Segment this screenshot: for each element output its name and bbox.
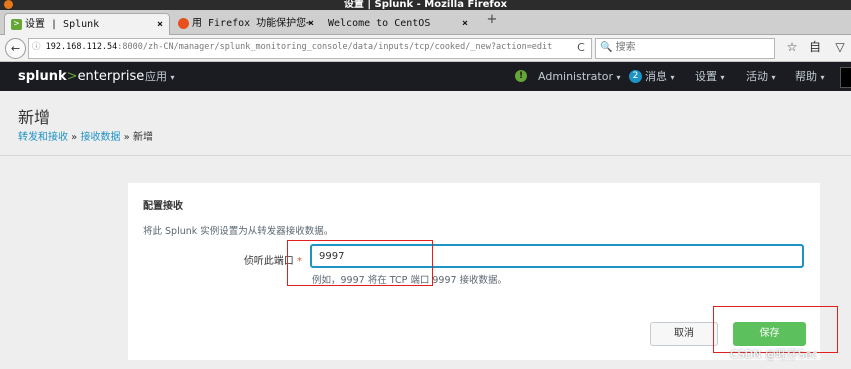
chevron-down-icon: ▾ [820, 73, 825, 82]
activity-menu[interactable]: 活动 ▾ [746, 62, 776, 91]
back-button[interactable]: ← [5, 38, 26, 59]
tab-label: 设置 | Splunk [25, 19, 100, 30]
close-tab-icon[interactable]: × [157, 14, 163, 35]
url-path: :8000/zh-CN/manager/splunk_monitoring_co… [117, 42, 553, 52]
firefox-tab-icon [178, 18, 189, 29]
firefox-icon [4, 0, 13, 9]
new-tab-button[interactable]: + [485, 13, 499, 27]
bookmarks-library-icon[interactable]: 自 [807, 38, 823, 57]
breadcrumb-forwarding-receiving[interactable]: 转发和接收 [18, 132, 68, 143]
messages-count-badge[interactable]: 2 [629, 70, 642, 83]
page-title: 新增 [18, 108, 51, 127]
chevron-down-icon: ▾ [720, 73, 725, 82]
chevron-down-icon: ▾ [771, 73, 776, 82]
tab-label: 用 Firefox 功能保护您⋯ [192, 18, 313, 29]
chevron-down-icon: ▾ [670, 73, 675, 82]
settings-menu[interactable]: 设置 ▾ [695, 62, 725, 91]
reload-icon[interactable]: C [572, 38, 590, 57]
user-menu[interactable]: Administrator ▾ [538, 62, 621, 91]
window-title-bar: 设置 | Splunk - Mozilla Firefox [0, 0, 851, 10]
tab-strip: > 设置 | Splunk × 用 Firefox 功能保护您⋯ × Welco… [0, 10, 851, 35]
apps-menu[interactable]: 应用 ▾ [145, 62, 175, 91]
splunk-logo[interactable]: splunk>enterprise [18, 62, 144, 91]
help-menu[interactable]: 帮助 ▾ [795, 62, 825, 91]
header-divider [0, 155, 851, 156]
close-tab-icon[interactable]: × [308, 13, 314, 34]
url-text[interactable]: ⓘ 192.168.112.54:8000/zh-CN/manager/splu… [32, 38, 567, 57]
csdn-watermark: CSDN @旺仔Sec [730, 348, 818, 361]
find-input[interactable] [840, 67, 851, 88]
window-title: 设置 | Splunk - Mozilla Firefox [343, 0, 508, 10]
tab-splunk-settings[interactable]: > 设置 | Splunk × [4, 13, 170, 35]
tab-label: Welcome to CentOS [328, 18, 431, 29]
section-description: 将此 Splunk 实例设置为从转发器接收数据。 [143, 226, 334, 237]
url-host: 192.168.112.54 [45, 42, 118, 52]
search-icon: 🔍 [600, 42, 613, 53]
tab-centos[interactable]: Welcome to CentOS × [322, 13, 474, 34]
bookmark-star-icon[interactable]: ☆ [784, 38, 800, 57]
pocket-icon[interactable]: ▽ [832, 38, 848, 57]
close-tab-icon[interactable]: × [462, 13, 468, 34]
chevron-down-icon: ▾ [616, 73, 621, 82]
annotation-box-port [287, 240, 433, 286]
site-info-icon[interactable]: ⓘ [32, 42, 41, 52]
breadcrumb-receive-data[interactable]: 接收数据 [80, 132, 120, 143]
messages-menu[interactable]: 消息 ▾ [645, 62, 675, 91]
section-title: 配置接收 [143, 201, 183, 212]
splunk-tab-icon: > [11, 19, 22, 30]
health-status-icon[interactable]: ! [515, 70, 527, 82]
tab-firefox-protect[interactable]: 用 Firefox 功能保护您⋯ × [172, 13, 320, 34]
breadcrumb-current: 新增 [132, 132, 153, 143]
breadcrumb: 转发和接收 » 接收数据 » 新增 [18, 132, 153, 143]
chevron-down-icon: ▾ [170, 73, 175, 82]
cancel-button[interactable]: 取消 [650, 322, 718, 346]
search-placeholder: 🔍 搜索 [600, 42, 636, 53]
